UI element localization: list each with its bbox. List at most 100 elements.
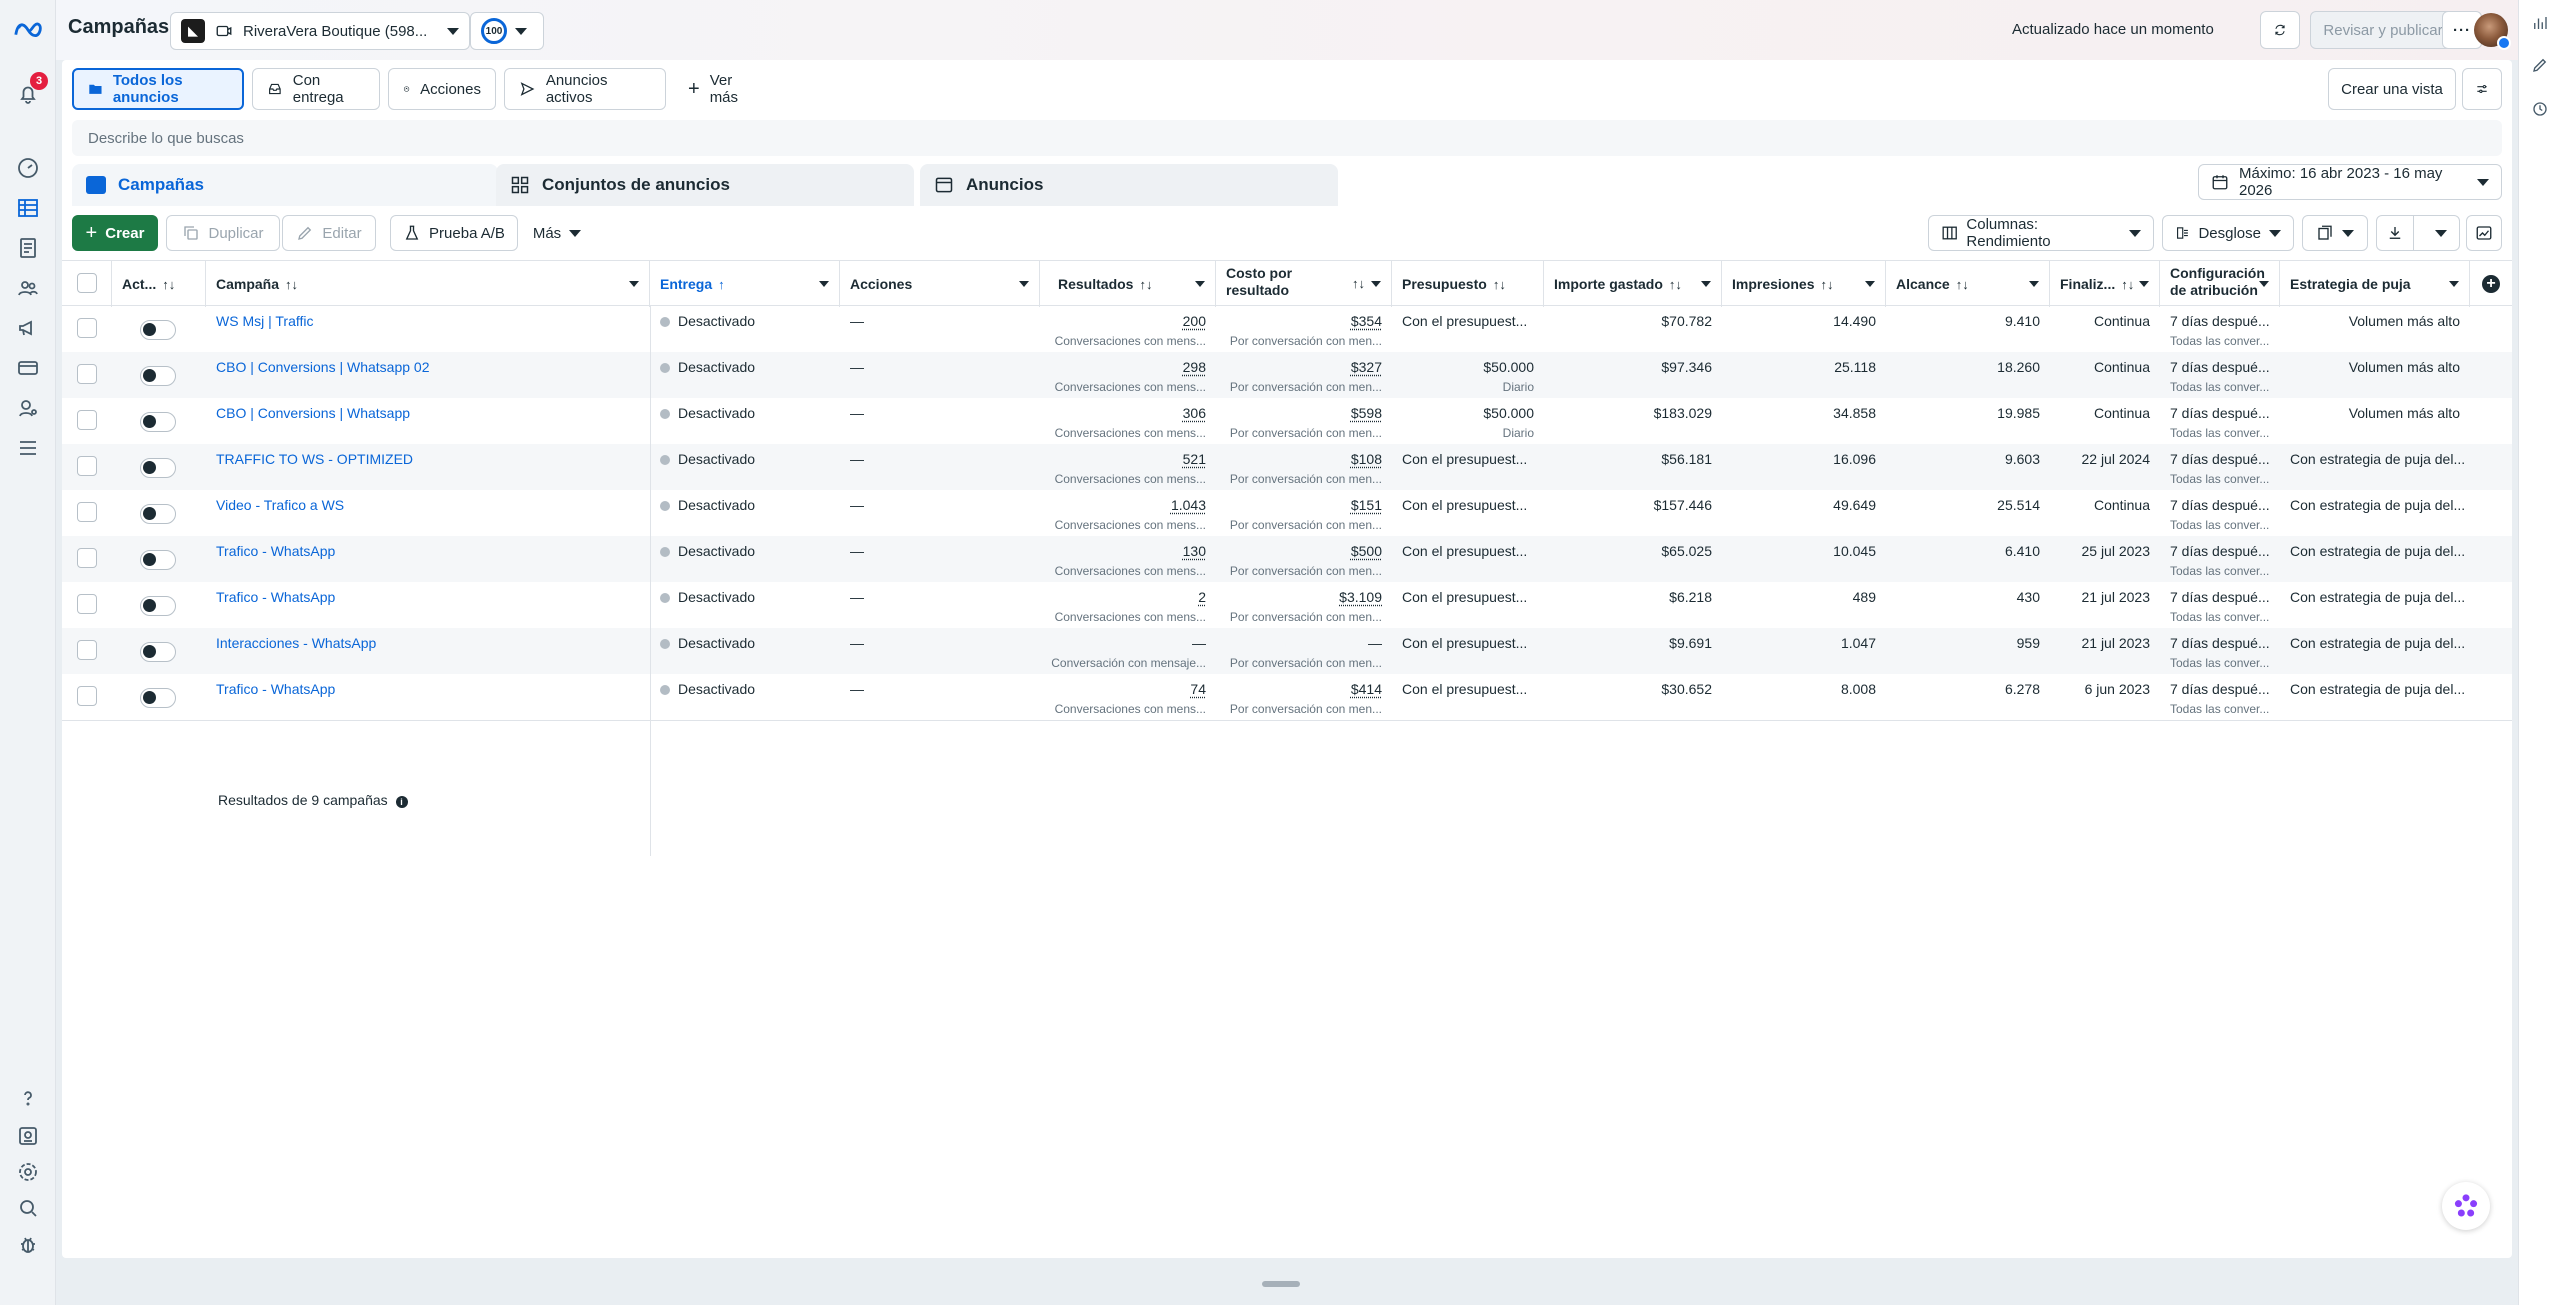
cell-results-value[interactable]: —	[1192, 635, 1206, 651]
header-results[interactable]: Resultados ↑↓	[1040, 261, 1216, 307]
cell-cpr-value[interactable]: $354	[1351, 313, 1382, 329]
tab-campaigns[interactable]: Campañas	[72, 164, 498, 206]
cell-cpr-value[interactable]: $500	[1351, 543, 1382, 559]
cell-cpr-value[interactable]: $3.109	[1339, 589, 1382, 605]
filter-active-ads[interactable]: Anuncios activos	[504, 68, 666, 110]
header-cost-per-result[interactable]: Costo por resultado ↑↓	[1216, 261, 1392, 307]
campaign-toggle[interactable]	[140, 366, 176, 386]
search-icon[interactable]	[14, 1194, 42, 1222]
campaign-toggle[interactable]	[140, 412, 176, 432]
header-budget[interactable]: Presupuesto ↑↓	[1392, 261, 1544, 307]
pages-icon[interactable]	[14, 1122, 42, 1150]
cell-results-value[interactable]: 74	[1190, 681, 1206, 697]
refresh-button[interactable]	[2260, 11, 2300, 49]
campaigns-table-icon[interactable]	[14, 194, 42, 222]
duplicate-button[interactable]: Duplicar	[166, 215, 280, 251]
all-tools-menu-icon[interactable]	[14, 434, 42, 462]
billing-card-icon[interactable]	[14, 354, 42, 382]
row-checkbox[interactable]	[77, 502, 97, 522]
help-icon[interactable]	[14, 1084, 42, 1112]
filter-with-delivery[interactable]: Con entrega	[252, 68, 380, 110]
cell-results-value[interactable]: 130	[1183, 543, 1206, 559]
reports-icon[interactable]	[14, 234, 42, 262]
review-publish-button[interactable]: Revisar y publicar	[2310, 11, 2456, 49]
header-attribution[interactable]: Configuración de atribución	[2160, 261, 2280, 307]
campaign-toggle[interactable]	[140, 504, 176, 524]
cell-cpr-value[interactable]: $327	[1351, 359, 1382, 375]
row-checkbox[interactable]	[77, 410, 97, 430]
ad-account-selector[interactable]: ◣ RiveraVera Boutique (598...	[170, 12, 470, 50]
cell-results-value[interactable]: 2	[1198, 589, 1206, 605]
header-active[interactable]: Act... ↑↓	[112, 261, 206, 307]
header-actions[interactable]: Acciones	[840, 261, 1040, 307]
filter-actions[interactable]: Acciones	[388, 68, 496, 110]
campaign-toggle[interactable]	[140, 642, 176, 662]
cell-cpr-value[interactable]: —	[1368, 635, 1382, 651]
header-reach[interactable]: Alcance ↑↓	[1886, 261, 2050, 307]
cell-cpr-value[interactable]: $598	[1351, 405, 1382, 421]
filter-all-ads[interactable]: Todos los anuncios	[72, 68, 244, 110]
insights-chart-icon[interactable]	[2527, 10, 2553, 36]
row-checkbox[interactable]	[77, 686, 97, 706]
row-checkbox[interactable]	[77, 456, 97, 476]
campaign-name-link[interactable]: Trafico - WhatsApp	[216, 589, 640, 605]
header-bid-strategy[interactable]: Estrategia de puja	[2280, 261, 2470, 307]
header-campaign[interactable]: Campaña ↑↓	[206, 261, 650, 307]
campaign-name-link[interactable]: CBO | Conversions | Whatsapp 02	[216, 359, 640, 375]
table-row[interactable]: Trafico - WhatsApp Desactivado — 130 Convers…	[62, 536, 2512, 582]
table-row[interactable]: Video - Trafico a WS Desactivado — 1.043 Con…	[62, 490, 2512, 536]
ab-test-button[interactable]: Prueba A/B	[390, 215, 518, 251]
header-amount-spent[interactable]: Importe gastado ↑↓	[1544, 261, 1722, 307]
export-dropdown[interactable]	[2422, 229, 2459, 237]
notifications-bell-icon[interactable]: 3	[14, 72, 48, 108]
campaign-name-link[interactable]: Trafico - WhatsApp	[216, 543, 640, 559]
tab-adsets[interactable]: Conjuntos de anuncios	[496, 164, 914, 206]
cell-cpr-value[interactable]: $108	[1351, 451, 1382, 467]
campaign-toggle[interactable]	[140, 688, 176, 708]
campaign-name-link[interactable]: TRAFFIC TO WS - OPTIMIZED	[216, 451, 640, 467]
date-range-picker[interactable]: Máximo: 16 abr 2023 - 16 may 2026	[2198, 164, 2502, 200]
campaign-toggle[interactable]	[140, 550, 176, 570]
reports-dropdown[interactable]	[2302, 215, 2368, 251]
table-row[interactable]: TRAFFIC TO WS - OPTIMIZED Desactivado — 521…	[62, 444, 2512, 490]
settings-gear-icon[interactable]	[14, 1158, 42, 1186]
cell-results-value[interactable]: 298	[1183, 359, 1206, 375]
add-column-button[interactable]: +	[2470, 261, 2512, 307]
table-row[interactable]: CBO | Conversions | Whatsapp Desactivado —…	[62, 398, 2512, 444]
campaign-toggle[interactable]	[140, 458, 176, 478]
campaign-name-link[interactable]: Video - Trafico a WS	[216, 497, 640, 513]
charts-toggle-button[interactable]	[2466, 215, 2502, 251]
header-delivery[interactable]: Entrega ↑	[650, 261, 840, 307]
ai-assistant-button[interactable]	[2442, 1182, 2490, 1230]
resize-handle[interactable]	[1262, 1281, 1300, 1287]
filter-settings-button[interactable]	[2462, 68, 2502, 110]
business-settings-icon[interactable]	[14, 394, 42, 422]
dashboard-gauge-icon[interactable]	[14, 154, 42, 182]
table-row[interactable]: Trafico - WhatsApp Desactivado — 2 Conversac…	[62, 582, 2512, 628]
campaign-name-link[interactable]: Interacciones - WhatsApp	[216, 635, 640, 651]
export-download-button[interactable]	[2377, 216, 2415, 250]
campaign-name-link[interactable]: WS Msj | Traffic	[216, 313, 640, 329]
info-icon[interactable]: i	[395, 796, 408, 808]
row-checkbox[interactable]	[77, 594, 97, 614]
audiences-icon[interactable]	[14, 274, 42, 302]
edit-button[interactable]: Editar	[282, 215, 376, 251]
more-actions-button[interactable]: Más	[526, 215, 588, 251]
campaign-toggle[interactable]	[140, 596, 176, 616]
meta-logo-icon[interactable]	[12, 16, 44, 44]
row-checkbox[interactable]	[77, 548, 97, 568]
see-more-filters[interactable]: + Ver más	[674, 68, 770, 110]
opportunity-score-selector[interactable]: 100	[470, 12, 544, 50]
campaign-name-link[interactable]: Trafico - WhatsApp	[216, 681, 640, 697]
header-impressions[interactable]: Impresiones ↑↓	[1722, 261, 1886, 307]
table-row[interactable]: CBO | Conversions | Whatsapp 02 Desactiva…	[62, 352, 2512, 398]
table-row[interactable]: WS Msj | Traffic Desactivado — 200 Conversac…	[62, 306, 2512, 352]
history-clock-icon[interactable]	[2527, 96, 2553, 122]
row-checkbox[interactable]	[77, 640, 97, 660]
cell-cpr-value[interactable]: $151	[1351, 497, 1382, 513]
row-checkbox[interactable]	[77, 364, 97, 384]
cell-results-value[interactable]: 1.043	[1171, 497, 1206, 513]
cell-results-value[interactable]: 306	[1183, 405, 1206, 421]
cell-results-value[interactable]: 200	[1183, 313, 1206, 329]
user-avatar[interactable]	[2474, 13, 2511, 50]
